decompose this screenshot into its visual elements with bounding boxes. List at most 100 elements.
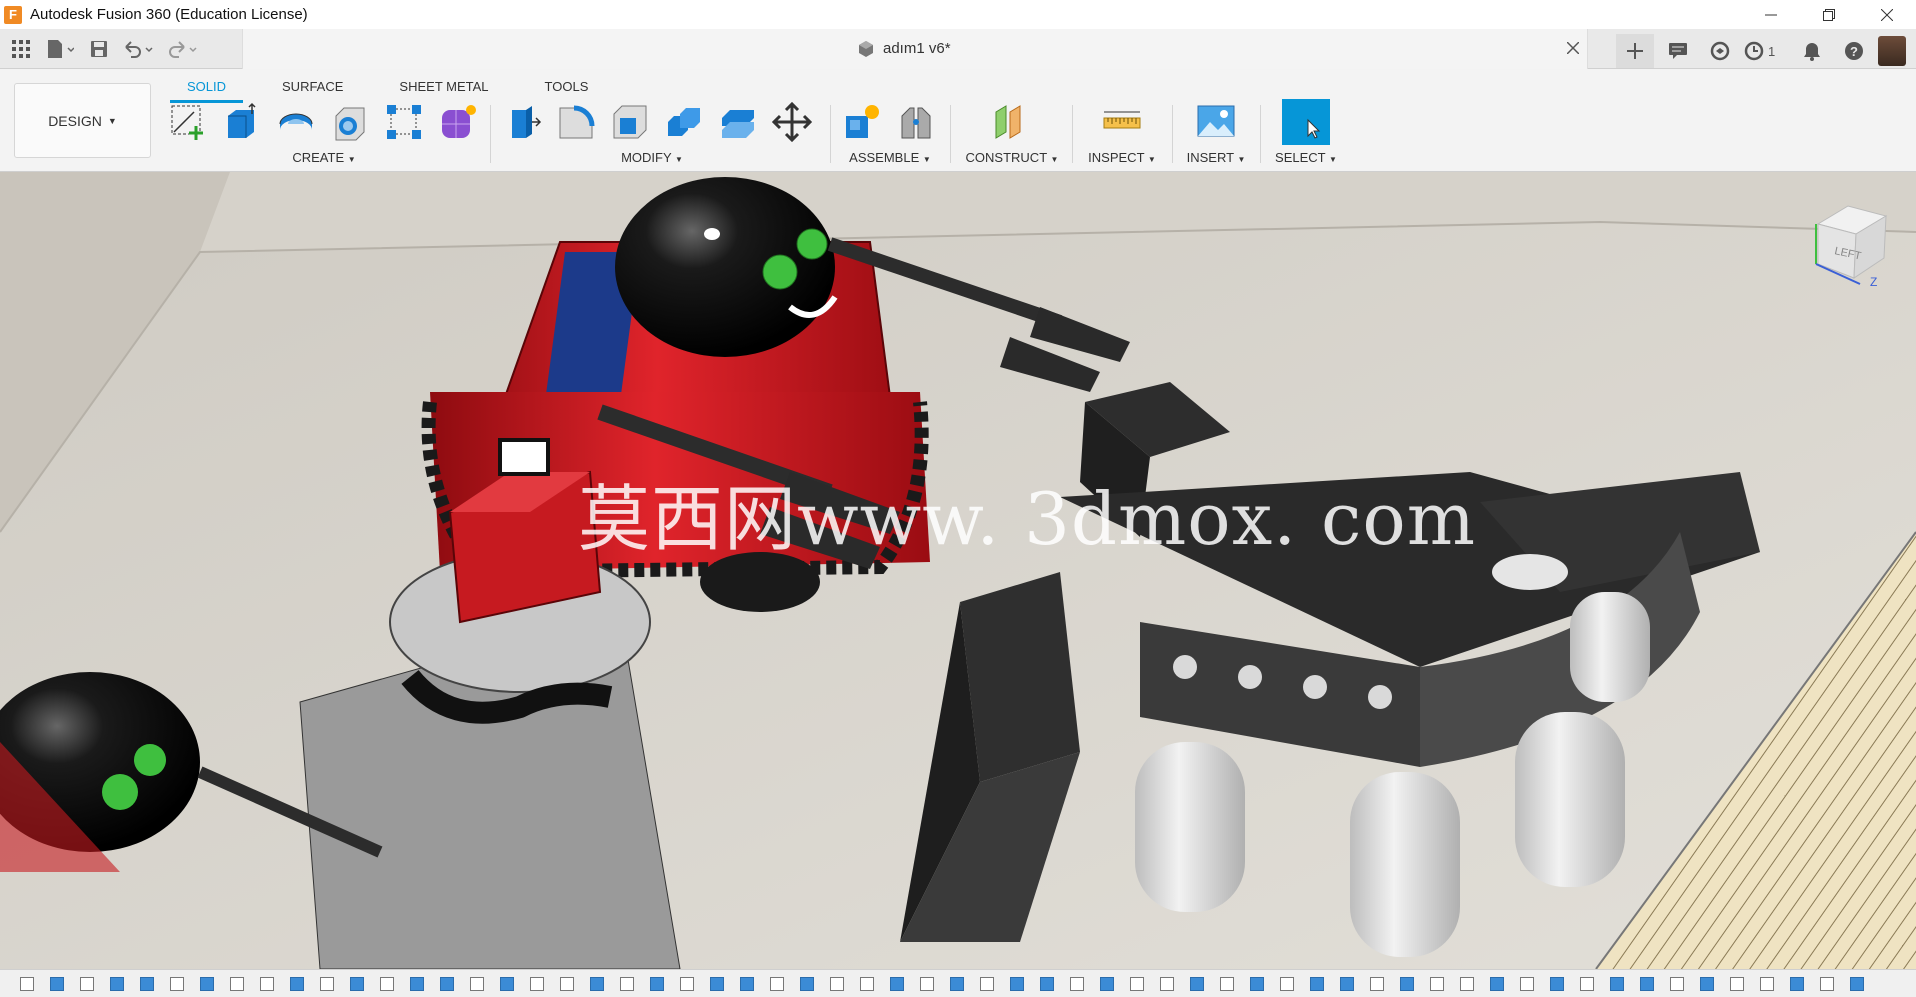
file-menu-button[interactable] bbox=[40, 35, 80, 63]
timeline-feature[interactable] bbox=[590, 976, 604, 991]
new-tab-button[interactable] bbox=[1616, 34, 1654, 68]
timeline-feature[interactable] bbox=[1850, 976, 1864, 991]
new-component-button[interactable] bbox=[840, 100, 884, 144]
inspect-menu[interactable]: INSPECT ▼ bbox=[1082, 150, 1162, 165]
timeline-feature[interactable] bbox=[1430, 976, 1444, 991]
timeline-feature[interactable] bbox=[1220, 976, 1234, 991]
timeline-feature[interactable] bbox=[860, 976, 874, 991]
timeline-feature[interactable] bbox=[560, 976, 574, 991]
close-document-button[interactable] bbox=[1566, 37, 1580, 60]
apps-grid-button[interactable] bbox=[6, 35, 36, 63]
timeline-feature[interactable] bbox=[1310, 976, 1324, 991]
insert-canvas-button[interactable] bbox=[1194, 100, 1238, 144]
timeline-feature[interactable] bbox=[1250, 976, 1264, 991]
modify-menu[interactable]: MODIFY ▼ bbox=[486, 150, 818, 165]
timeline-feature[interactable] bbox=[80, 976, 94, 991]
timeline-feature[interactable] bbox=[920, 976, 934, 991]
combine-button[interactable] bbox=[662, 100, 706, 144]
redo-button[interactable] bbox=[162, 35, 202, 63]
timeline-feature[interactable] bbox=[410, 976, 424, 991]
timeline-feature[interactable] bbox=[1340, 976, 1354, 991]
timeline-feature[interactable] bbox=[290, 976, 304, 991]
document-tab[interactable]: adım1 v6* bbox=[242, 29, 1588, 69]
shell-button[interactable] bbox=[608, 100, 652, 144]
offset-plane-button[interactable] bbox=[990, 100, 1034, 144]
timeline-feature[interactable] bbox=[980, 976, 994, 991]
timeline-feature[interactable] bbox=[470, 976, 484, 991]
joint-button[interactable] bbox=[894, 100, 938, 144]
timeline-feature[interactable] bbox=[680, 976, 694, 991]
timeline-feature[interactable] bbox=[260, 976, 274, 991]
press-pull-button[interactable] bbox=[500, 100, 544, 144]
timeline-feature[interactable] bbox=[1040, 976, 1054, 991]
timeline-feature[interactable] bbox=[140, 976, 154, 991]
timeline-feature[interactable] bbox=[1070, 976, 1084, 991]
move-copy-button[interactable] bbox=[770, 100, 814, 144]
canvas-viewport[interactable]: 莫西网www. 3dmox. com LEFT Z bbox=[0, 172, 1916, 969]
timeline-feature[interactable] bbox=[1730, 976, 1744, 991]
timeline-feature[interactable] bbox=[620, 976, 634, 991]
create-sketch-button[interactable] bbox=[166, 100, 210, 144]
timeline-feature[interactable] bbox=[530, 976, 544, 991]
timeline-feature[interactable] bbox=[770, 976, 784, 991]
timeline-feature[interactable] bbox=[230, 976, 244, 991]
notifications-button[interactable] bbox=[1794, 37, 1830, 65]
timeline-feature[interactable] bbox=[890, 976, 904, 991]
timeline-feature[interactable] bbox=[1700, 976, 1714, 991]
timeline-feature[interactable] bbox=[1610, 976, 1624, 991]
offset-face-button[interactable] bbox=[716, 100, 760, 144]
timeline-feature[interactable] bbox=[380, 976, 394, 991]
timeline-feature[interactable] bbox=[1130, 976, 1144, 991]
timeline-feature[interactable] bbox=[350, 976, 364, 991]
timeline-feature[interactable] bbox=[1100, 976, 1114, 991]
create-menu[interactable]: CREATE ▼ bbox=[166, 150, 482, 165]
timeline-feature[interactable] bbox=[500, 976, 514, 991]
workspace-switcher[interactable]: DESIGN ▼ bbox=[14, 83, 151, 158]
timeline-feature[interactable] bbox=[710, 976, 724, 991]
close-button[interactable] bbox=[1858, 0, 1916, 29]
create-form-button[interactable] bbox=[436, 100, 480, 144]
timeline-feature[interactable] bbox=[1640, 976, 1654, 991]
assemble-menu[interactable]: ASSEMBLE ▼ bbox=[840, 150, 940, 165]
timeline-feature[interactable] bbox=[740, 976, 754, 991]
timeline-feature[interactable] bbox=[1760, 976, 1774, 991]
timeline-feature[interactable] bbox=[1820, 976, 1834, 991]
undo-button[interactable] bbox=[118, 35, 158, 63]
data-panel-button[interactable] bbox=[1660, 37, 1696, 65]
measure-button[interactable] bbox=[1100, 100, 1144, 144]
timeline-feature[interactable] bbox=[1460, 976, 1474, 991]
timeline-feature[interactable] bbox=[1520, 976, 1534, 991]
extrude-button[interactable] bbox=[220, 100, 264, 144]
timeline-feature[interactable] bbox=[170, 976, 184, 991]
timeline-feature[interactable] bbox=[50, 976, 64, 991]
revolve-button[interactable] bbox=[274, 100, 318, 144]
hole-button[interactable] bbox=[328, 100, 372, 144]
timeline-feature[interactable] bbox=[1400, 976, 1414, 991]
timeline-feature[interactable] bbox=[950, 976, 964, 991]
timeline-feature[interactable] bbox=[1160, 976, 1174, 991]
timeline-feature[interactable] bbox=[800, 976, 814, 991]
view-cube[interactable]: LEFT Z bbox=[1810, 202, 1894, 289]
restore-button[interactable] bbox=[1800, 0, 1858, 29]
timeline[interactable] bbox=[0, 969, 1916, 997]
timeline-feature[interactable] bbox=[1550, 976, 1564, 991]
timeline-feature[interactable] bbox=[1280, 976, 1294, 991]
timeline-feature[interactable] bbox=[1580, 976, 1594, 991]
timeline-feature[interactable] bbox=[1190, 976, 1204, 991]
timeline-feature[interactable] bbox=[200, 976, 214, 991]
insert-menu[interactable]: INSERT ▼ bbox=[1176, 150, 1256, 165]
timeline-feature[interactable] bbox=[1370, 976, 1384, 991]
save-button[interactable] bbox=[84, 35, 114, 63]
timeline-feature[interactable] bbox=[1790, 976, 1804, 991]
avatar[interactable] bbox=[1878, 36, 1906, 66]
rectangular-pattern-button[interactable] bbox=[382, 100, 426, 144]
timeline-feature[interactable] bbox=[650, 976, 664, 991]
timeline-feature[interactable] bbox=[110, 976, 124, 991]
help-button[interactable]: ? bbox=[1836, 37, 1872, 65]
timeline-feature[interactable] bbox=[1010, 976, 1024, 991]
select-menu[interactable]: SELECT ▼ bbox=[1264, 150, 1348, 165]
job-status-button[interactable]: 1 bbox=[1744, 37, 1788, 65]
timeline-feature[interactable] bbox=[1490, 976, 1504, 991]
timeline-feature[interactable] bbox=[1670, 976, 1684, 991]
extensions-button[interactable] bbox=[1702, 37, 1738, 65]
